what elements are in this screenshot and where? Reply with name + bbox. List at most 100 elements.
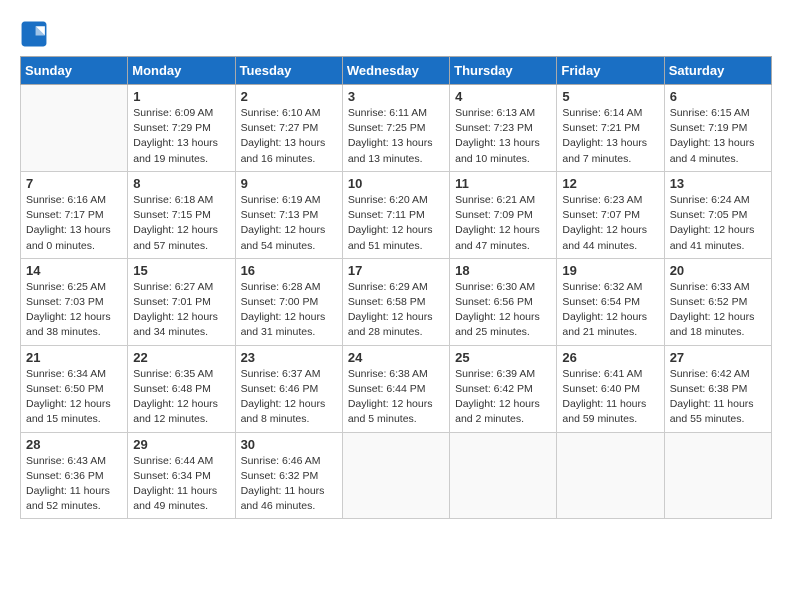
day-detail: Sunrise: 6:46 AM Sunset: 6:32 PM Dayligh… bbox=[241, 454, 337, 515]
day-number: 27 bbox=[670, 350, 766, 365]
calendar-day-cell: 14 Sunrise: 6:25 AM Sunset: 7:03 PM Dayl… bbox=[21, 258, 128, 345]
day-number: 10 bbox=[348, 176, 444, 191]
sunset-text: Sunset: 6:32 PM bbox=[241, 470, 319, 482]
sunrise-text: Sunrise: 6:29 AM bbox=[348, 281, 428, 293]
sunrise-text: Sunrise: 6:27 AM bbox=[133, 281, 213, 293]
sunset-text: Sunset: 6:48 PM bbox=[133, 383, 211, 395]
sunset-text: Sunset: 6:54 PM bbox=[562, 296, 640, 308]
day-detail: Sunrise: 6:14 AM Sunset: 7:21 PM Dayligh… bbox=[562, 106, 658, 167]
weekday-header-sunday: Sunday bbox=[21, 57, 128, 85]
calendar-day-cell: 17 Sunrise: 6:29 AM Sunset: 6:58 PM Dayl… bbox=[342, 258, 449, 345]
day-detail: Sunrise: 6:38 AM Sunset: 6:44 PM Dayligh… bbox=[348, 367, 444, 428]
day-number: 30 bbox=[241, 437, 337, 452]
sunrise-text: Sunrise: 6:46 AM bbox=[241, 455, 321, 467]
daylight-text: Daylight: 13 hours and 7 minutes. bbox=[562, 137, 647, 164]
day-number: 1 bbox=[133, 89, 229, 104]
sunrise-text: Sunrise: 6:35 AM bbox=[133, 368, 213, 380]
sunrise-text: Sunrise: 6:16 AM bbox=[26, 194, 106, 206]
day-number: 13 bbox=[670, 176, 766, 191]
sunset-text: Sunset: 7:07 PM bbox=[562, 209, 640, 221]
sunrise-text: Sunrise: 6:28 AM bbox=[241, 281, 321, 293]
sunrise-text: Sunrise: 6:33 AM bbox=[670, 281, 750, 293]
sunset-text: Sunset: 6:46 PM bbox=[241, 383, 319, 395]
day-detail: Sunrise: 6:44 AM Sunset: 6:34 PM Dayligh… bbox=[133, 454, 229, 515]
calendar-week-2: 7 Sunrise: 6:16 AM Sunset: 7:17 PM Dayli… bbox=[21, 171, 772, 258]
daylight-text: Daylight: 12 hours and 2 minutes. bbox=[455, 398, 540, 425]
day-detail: Sunrise: 6:27 AM Sunset: 7:01 PM Dayligh… bbox=[133, 280, 229, 341]
day-detail: Sunrise: 6:33 AM Sunset: 6:52 PM Dayligh… bbox=[670, 280, 766, 341]
day-detail: Sunrise: 6:25 AM Sunset: 7:03 PM Dayligh… bbox=[26, 280, 122, 341]
day-detail: Sunrise: 6:10 AM Sunset: 7:27 PM Dayligh… bbox=[241, 106, 337, 167]
day-detail: Sunrise: 6:11 AM Sunset: 7:25 PM Dayligh… bbox=[348, 106, 444, 167]
calendar-table: SundayMondayTuesdayWednesdayThursdayFrid… bbox=[20, 56, 772, 519]
daylight-text: Daylight: 12 hours and 15 minutes. bbox=[26, 398, 111, 425]
day-number: 23 bbox=[241, 350, 337, 365]
calendar-day-cell: 24 Sunrise: 6:38 AM Sunset: 6:44 PM Dayl… bbox=[342, 345, 449, 432]
day-number: 5 bbox=[562, 89, 658, 104]
day-detail: Sunrise: 6:30 AM Sunset: 6:56 PM Dayligh… bbox=[455, 280, 551, 341]
weekday-header-tuesday: Tuesday bbox=[235, 57, 342, 85]
sunrise-text: Sunrise: 6:09 AM bbox=[133, 107, 213, 119]
calendar-day-cell bbox=[450, 432, 557, 519]
sunrise-text: Sunrise: 6:41 AM bbox=[562, 368, 642, 380]
page-header bbox=[20, 20, 772, 48]
day-number: 29 bbox=[133, 437, 229, 452]
calendar-day-cell: 10 Sunrise: 6:20 AM Sunset: 7:11 PM Dayl… bbox=[342, 171, 449, 258]
day-number: 9 bbox=[241, 176, 337, 191]
calendar-day-cell: 12 Sunrise: 6:23 AM Sunset: 7:07 PM Dayl… bbox=[557, 171, 664, 258]
calendar-week-5: 28 Sunrise: 6:43 AM Sunset: 6:36 PM Dayl… bbox=[21, 432, 772, 519]
sunrise-text: Sunrise: 6:15 AM bbox=[670, 107, 750, 119]
sunrise-text: Sunrise: 6:20 AM bbox=[348, 194, 428, 206]
day-number: 20 bbox=[670, 263, 766, 278]
sunrise-text: Sunrise: 6:39 AM bbox=[455, 368, 535, 380]
calendar-day-cell: 3 Sunrise: 6:11 AM Sunset: 7:25 PM Dayli… bbox=[342, 85, 449, 172]
sunset-text: Sunset: 7:05 PM bbox=[670, 209, 748, 221]
sunrise-text: Sunrise: 6:42 AM bbox=[670, 368, 750, 380]
day-detail: Sunrise: 6:32 AM Sunset: 6:54 PM Dayligh… bbox=[562, 280, 658, 341]
daylight-text: Daylight: 12 hours and 51 minutes. bbox=[348, 224, 433, 251]
calendar-day-cell: 8 Sunrise: 6:18 AM Sunset: 7:15 PM Dayli… bbox=[128, 171, 235, 258]
calendar-day-cell bbox=[21, 85, 128, 172]
day-number: 19 bbox=[562, 263, 658, 278]
sunset-text: Sunset: 6:56 PM bbox=[455, 296, 533, 308]
calendar-day-cell: 19 Sunrise: 6:32 AM Sunset: 6:54 PM Dayl… bbox=[557, 258, 664, 345]
day-number: 18 bbox=[455, 263, 551, 278]
day-detail: Sunrise: 6:29 AM Sunset: 6:58 PM Dayligh… bbox=[348, 280, 444, 341]
sunrise-text: Sunrise: 6:25 AM bbox=[26, 281, 106, 293]
day-detail: Sunrise: 6:41 AM Sunset: 6:40 PM Dayligh… bbox=[562, 367, 658, 428]
sunrise-text: Sunrise: 6:18 AM bbox=[133, 194, 213, 206]
daylight-text: Daylight: 12 hours and 54 minutes. bbox=[241, 224, 326, 251]
daylight-text: Daylight: 12 hours and 5 minutes. bbox=[348, 398, 433, 425]
day-detail: Sunrise: 6:39 AM Sunset: 6:42 PM Dayligh… bbox=[455, 367, 551, 428]
day-detail: Sunrise: 6:13 AM Sunset: 7:23 PM Dayligh… bbox=[455, 106, 551, 167]
daylight-text: Daylight: 13 hours and 4 minutes. bbox=[670, 137, 755, 164]
daylight-text: Daylight: 11 hours and 46 minutes. bbox=[241, 485, 325, 512]
day-number: 7 bbox=[26, 176, 122, 191]
weekday-header-row: SundayMondayTuesdayWednesdayThursdayFrid… bbox=[21, 57, 772, 85]
calendar-day-cell: 25 Sunrise: 6:39 AM Sunset: 6:42 PM Dayl… bbox=[450, 345, 557, 432]
calendar-day-cell: 30 Sunrise: 6:46 AM Sunset: 6:32 PM Dayl… bbox=[235, 432, 342, 519]
sunset-text: Sunset: 6:42 PM bbox=[455, 383, 533, 395]
calendar-day-cell: 9 Sunrise: 6:19 AM Sunset: 7:13 PM Dayli… bbox=[235, 171, 342, 258]
calendar-header: SundayMondayTuesdayWednesdayThursdayFrid… bbox=[21, 57, 772, 85]
day-number: 3 bbox=[348, 89, 444, 104]
calendar-day-cell: 7 Sunrise: 6:16 AM Sunset: 7:17 PM Dayli… bbox=[21, 171, 128, 258]
daylight-text: Daylight: 12 hours and 47 minutes. bbox=[455, 224, 540, 251]
calendar-day-cell: 20 Sunrise: 6:33 AM Sunset: 6:52 PM Dayl… bbox=[664, 258, 771, 345]
day-number: 24 bbox=[348, 350, 444, 365]
day-number: 6 bbox=[670, 89, 766, 104]
sunrise-text: Sunrise: 6:30 AM bbox=[455, 281, 535, 293]
sunset-text: Sunset: 7:09 PM bbox=[455, 209, 533, 221]
sunset-text: Sunset: 6:58 PM bbox=[348, 296, 426, 308]
sunset-text: Sunset: 7:15 PM bbox=[133, 209, 211, 221]
sunset-text: Sunset: 7:17 PM bbox=[26, 209, 104, 221]
daylight-text: Daylight: 12 hours and 21 minutes. bbox=[562, 311, 647, 338]
calendar-day-cell: 26 Sunrise: 6:41 AM Sunset: 6:40 PM Dayl… bbox=[557, 345, 664, 432]
day-number: 25 bbox=[455, 350, 551, 365]
calendar-day-cell: 5 Sunrise: 6:14 AM Sunset: 7:21 PM Dayli… bbox=[557, 85, 664, 172]
calendar-week-1: 1 Sunrise: 6:09 AM Sunset: 7:29 PM Dayli… bbox=[21, 85, 772, 172]
sunrise-text: Sunrise: 6:23 AM bbox=[562, 194, 642, 206]
sunset-text: Sunset: 6:50 PM bbox=[26, 383, 104, 395]
day-detail: Sunrise: 6:16 AM Sunset: 7:17 PM Dayligh… bbox=[26, 193, 122, 254]
logo bbox=[20, 20, 52, 48]
